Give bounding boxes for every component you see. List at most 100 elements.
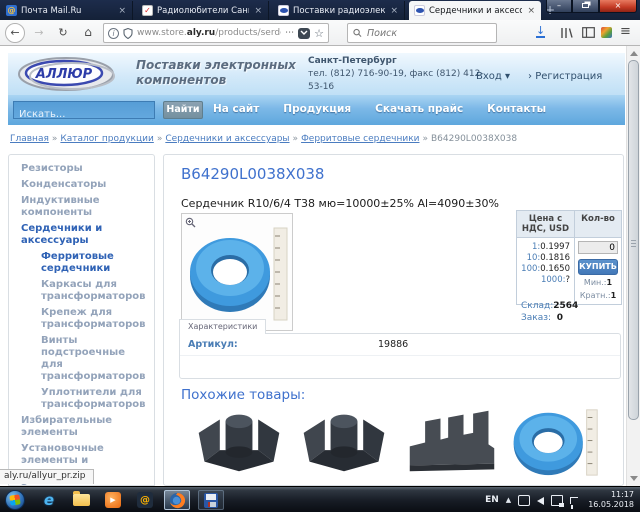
sidebar-item-bobbins[interactable]: Каркасы для трансформаторов <box>9 277 154 305</box>
taskbar-explorer[interactable] <box>68 490 94 510</box>
sidebar-item-selective[interactable]: Избирательные элементы <box>9 413 154 441</box>
bookmark-star-icon[interactable]: ☆ <box>314 27 324 40</box>
city-label: Санкт-Петербург <box>308 55 488 68</box>
tab-characteristics[interactable]: Характеристики <box>179 319 266 334</box>
crumb-home[interactable]: Главная <box>10 134 49 144</box>
page-actions-icon[interactable]: ⋯ <box>285 28 294 38</box>
site-search-input[interactable] <box>14 107 154 123</box>
downloads-icon[interactable]: ↓ <box>536 26 545 38</box>
sidebar-item-ferrite-cores[interactable]: Ферритовые сердечники <box>9 249 154 277</box>
allur-logo[interactable]: АЛЛЮР <box>16 55 120 93</box>
tab-mail[interactable]: @ Почта Mail.Ru × <box>1 1 133 20</box>
taskbar-save-app[interactable] <box>198 490 224 510</box>
taskbar-media-player[interactable]: ▶ <box>100 490 126 510</box>
back-button[interactable]: ← <box>5 23 25 43</box>
tab-close-icon[interactable]: × <box>389 6 399 16</box>
site-menu: На сайт Продукция Скачать прайс Контакты <box>213 103 546 115</box>
magnifier-icon[interactable] <box>185 217 196 228</box>
library-icon[interactable] <box>560 27 573 39</box>
similar-product-image[interactable] <box>404 405 500 479</box>
crumb-ferrite[interactable]: Ферритовые сердечники <box>301 134 419 144</box>
tray-expand-icon[interactable]: ▲ <box>506 496 511 504</box>
tab-radio[interactable]: ✓ Радиолюбители Санкт-Пет × <box>137 1 269 20</box>
scroll-down-arrow[interactable] <box>630 476 638 481</box>
mailru-icon: @ <box>6 5 17 16</box>
action-center-flag-icon[interactable] <box>570 497 578 504</box>
forward-button[interactable]: → <box>31 26 47 39</box>
allur-site-icon <box>278 5 289 16</box>
crumb-catalog[interactable]: Каталог продукции <box>60 134 153 144</box>
similar-product-image[interactable] <box>296 405 392 479</box>
rm-core-picture <box>296 405 392 479</box>
hamburger-menu-icon[interactable]: ≡ <box>620 24 631 39</box>
price-table-header: Цена с НДС, USD Кол-во <box>517 211 621 238</box>
price-tier: 1000:? <box>517 275 570 286</box>
language-indicator[interactable]: EN <box>485 495 499 505</box>
min-qty: Мин.:1 <box>578 278 618 288</box>
crumb-cores[interactable]: Сердечники и аксессуары <box>165 134 289 144</box>
url-text[interactable]: www.store.aly.ru/products/serdechniki-i-… <box>137 28 281 38</box>
restore-button[interactable] <box>572 0 599 13</box>
page-viewport: АЛЛЮР Поставки электронных компонентов С… <box>0 46 640 486</box>
taskbar-ie[interactable]: e <box>36 490 62 510</box>
scrollbar-grip <box>631 240 636 247</box>
status-link-preview: aly.ru/allyur_pr.zip <box>0 469 94 484</box>
menu-item-pricelist[interactable]: Скачать прайс <box>375 103 463 115</box>
sidebar-item-screws[interactable]: Винты подстроечные для трансформаторов <box>9 333 154 385</box>
quantity-input[interactable] <box>578 241 618 254</box>
volume-icon[interactable] <box>537 497 544 505</box>
taskbar-mailru-agent[interactable]: @ <box>132 490 158 510</box>
find-button[interactable]: Найти <box>163 101 203 119</box>
sidebar-item-resistors[interactable]: Резисторы <box>9 161 154 177</box>
similar-product-image[interactable] <box>191 405 287 479</box>
screenshot-addon-icon[interactable] <box>601 27 612 38</box>
toroid-core-picture <box>182 214 292 330</box>
sidebar-item-seals[interactable]: Уплотнители для трансформаторов <box>9 385 154 413</box>
similar-products-title: Похожие товары: <box>181 387 305 403</box>
sidebar-item-inductive[interactable]: Индуктивные компоненты <box>9 193 154 221</box>
sidebar-item-cores[interactable]: Сердечники и аксессуары <box>9 221 154 249</box>
tab-serdechniki-active[interactable]: Сердечники и аксессуары × <box>409 1 541 20</box>
tab-close-icon[interactable]: × <box>117 6 127 16</box>
floppy-disk-icon <box>204 493 218 508</box>
tab-close-icon[interactable]: × <box>253 6 263 16</box>
start-button[interactable] <box>5 490 25 510</box>
sidebar-item-mounting[interactable]: Крепеж для трансформаторов <box>9 305 154 333</box>
tab-bar: @ Почта Mail.Ru × ✓ Радиолюбители Санкт-… <box>0 0 640 20</box>
browser-search-input[interactable] <box>367 28 491 39</box>
reload-button[interactable]: ↻ <box>55 26 71 39</box>
svg-text:АЛЛЮР: АЛЛЮР <box>35 67 93 82</box>
sidebar-item-capacitors[interactable]: Конденсаторы <box>9 177 154 193</box>
login-link[interactable]: Вход ▾ <box>476 71 510 82</box>
product-image[interactable] <box>181 213 293 331</box>
buy-button[interactable]: КУПИТЬ <box>578 259 618 275</box>
tracking-shield-icon[interactable] <box>123 28 133 39</box>
menu-item-onsite[interactable]: На сайт <box>213 103 259 115</box>
scroll-up-arrow[interactable] <box>630 51 638 56</box>
scrollbar-thumb[interactable] <box>628 60 639 420</box>
pocket-icon[interactable] <box>298 28 310 39</box>
restore-icon <box>582 3 589 8</box>
network-icon[interactable] <box>551 495 563 506</box>
menu-item-products[interactable]: Продукция <box>283 103 351 115</box>
minimize-button[interactable]: – <box>546 0 572 13</box>
address-bar[interactable]: i www.store.aly.ru/products/serdechniki-… <box>103 23 329 43</box>
vertical-scrollbar[interactable] <box>626 46 640 486</box>
similar-product-image[interactable] <box>506 405 602 479</box>
home-button[interactable]: ⌂ <box>80 25 96 39</box>
tab-close-icon[interactable]: × <box>526 6 536 16</box>
menu-item-contacts[interactable]: Контакты <box>487 103 546 115</box>
close-button[interactable]: × <box>599 0 637 13</box>
browser-search[interactable] <box>347 23 497 43</box>
register-link[interactable]: › Регистрация <box>528 71 602 82</box>
display-tray-icon[interactable] <box>518 495 530 506</box>
sku-label: Артикул: <box>188 339 378 350</box>
tab-postavki[interactable]: Поставки радиоэлектронн × <box>273 1 405 20</box>
taskbar-firefox-active[interactable] <box>164 490 190 510</box>
tab-title: Почта Mail.Ru <box>21 6 113 16</box>
clock[interactable]: 11:17 16.05.2018 <box>588 490 638 510</box>
site-search-box[interactable] <box>13 101 155 119</box>
crumb-current: B64290L0038X038 <box>431 134 517 144</box>
page-info-icon[interactable]: i <box>108 28 119 39</box>
sidebar-toggle-icon[interactable] <box>582 27 595 38</box>
